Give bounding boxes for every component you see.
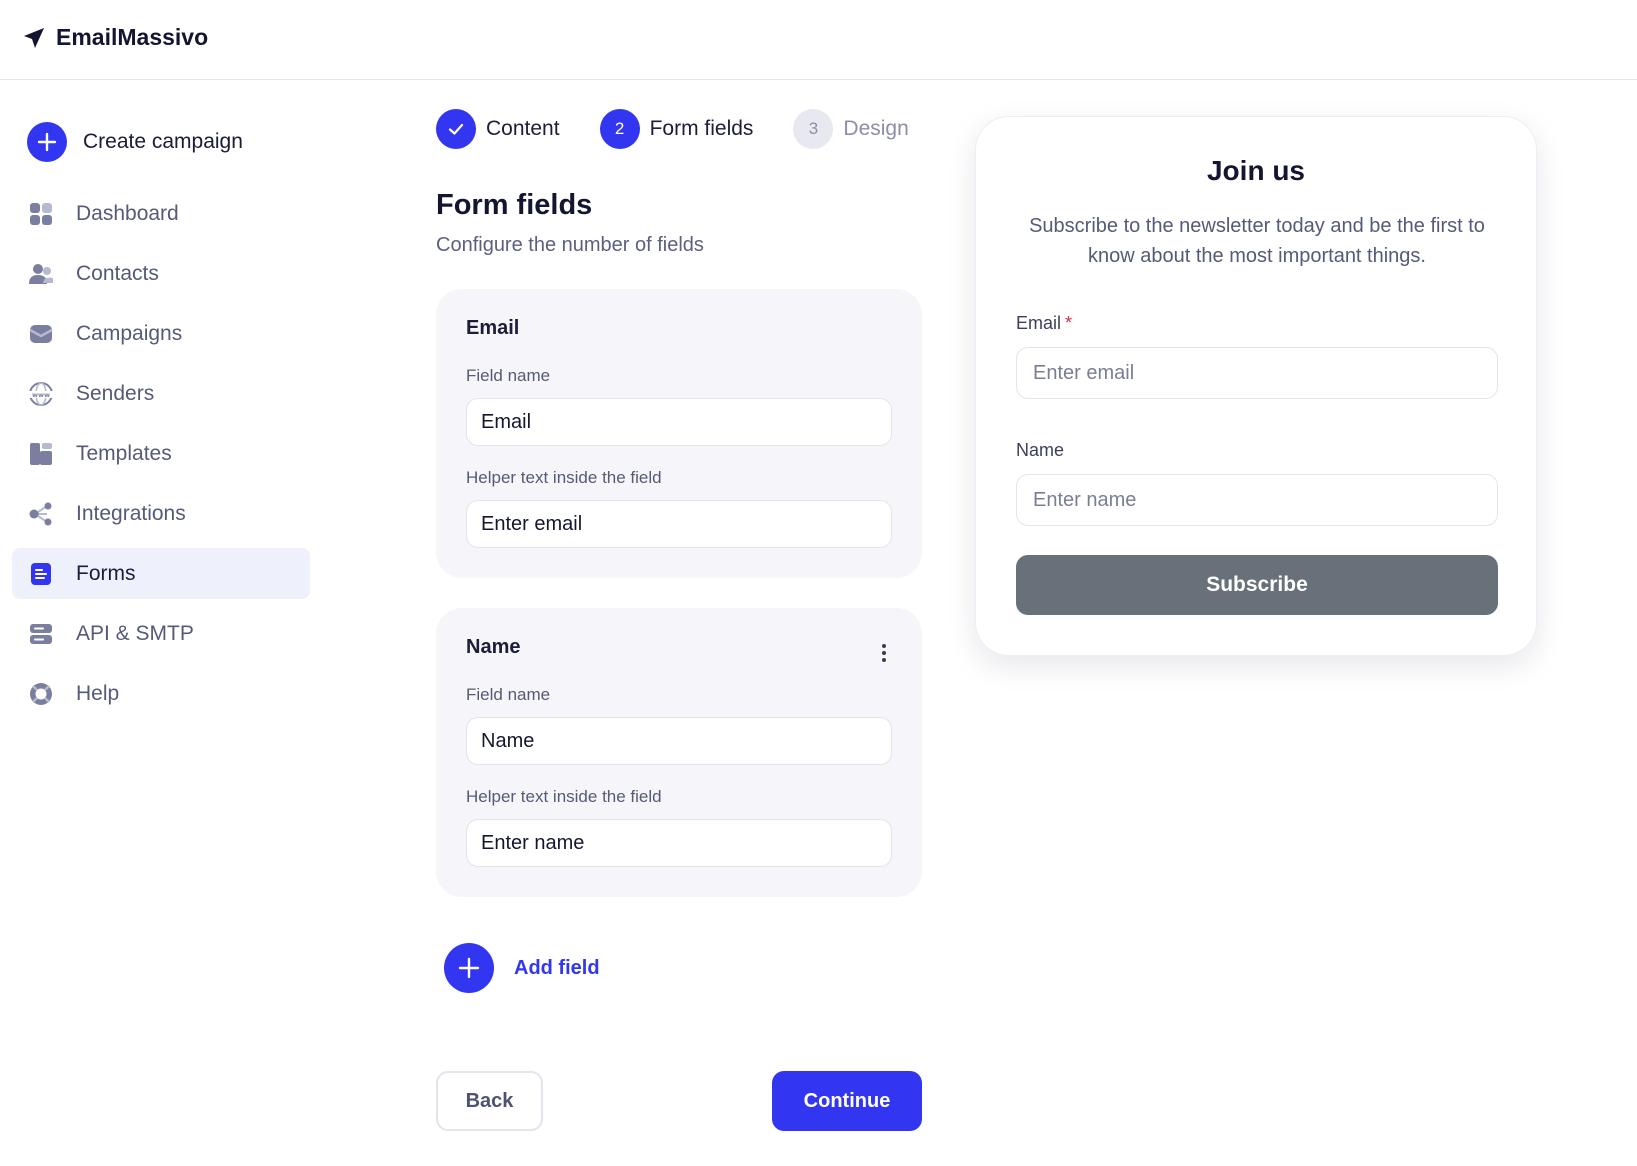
sidebar-item-label: Campaigns xyxy=(76,321,183,345)
step-form-fields[interactable]: 2 Form fields xyxy=(599,109,754,149)
sidebar-item-forms[interactable]: Forms xyxy=(12,548,310,599)
field-name-label: Field name xyxy=(466,366,551,385)
form-preview: Join us Subscribe to the newsletter toda… xyxy=(975,116,1537,656)
svg-text:www: www xyxy=(32,391,50,399)
field-card-name: Name Field name Helper text inside the f… xyxy=(436,608,922,897)
globe-www-icon: www xyxy=(28,381,54,407)
integrations-icon xyxy=(28,501,54,527)
helper-text-label: Helper text inside the field xyxy=(466,787,662,806)
preview-name-input[interactable] xyxy=(1016,474,1498,526)
step-label: Form fields xyxy=(649,117,754,140)
page-subtitle: Configure the number of fields xyxy=(436,234,704,256)
field-name-input[interactable] xyxy=(466,398,892,446)
plus-icon xyxy=(444,943,494,993)
templates-icon xyxy=(28,441,54,467)
step-number: 2 xyxy=(599,109,640,149)
sidebar-item-label: Integrations xyxy=(76,501,186,525)
sidebar-item-api-smtp[interactable]: API & SMTP xyxy=(12,608,310,659)
plus-icon xyxy=(27,122,67,162)
server-icon xyxy=(28,621,54,647)
preview-email-label-text: Email xyxy=(1016,313,1062,333)
sidebar-item-label: Forms xyxy=(76,561,136,585)
step-design[interactable]: 3 Design xyxy=(793,109,909,149)
step-number: 3 xyxy=(793,109,834,149)
helper-text-label: Helper text inside the field xyxy=(466,468,662,487)
field-name-input[interactable] xyxy=(466,717,892,765)
preview-subtitle: Subscribe to the newsletter today and be… xyxy=(1029,215,1485,267)
preview-title: Join us xyxy=(1206,155,1305,186)
send-arrow-icon xyxy=(24,27,44,48)
preview-email-input[interactable] xyxy=(1016,347,1498,399)
dashboard-icon xyxy=(28,201,54,227)
subscribe-button[interactable]: Subscribe xyxy=(1016,555,1498,615)
campaigns-icon xyxy=(28,321,54,347)
sidebar-item-contacts[interactable]: Contacts xyxy=(12,248,310,299)
field-card-title: Name xyxy=(466,636,521,658)
sidebar-item-label: Dashboard xyxy=(76,201,179,225)
sidebar-item-templates[interactable]: Templates xyxy=(12,428,310,479)
brand[interactable]: EmailMassivo xyxy=(22,24,208,51)
stepper: Content 2 Form fields 3 Design xyxy=(436,105,922,153)
top-bar: EmailMassivo xyxy=(0,0,1637,80)
contacts-icon xyxy=(28,261,54,287)
create-campaign-button[interactable]: Create campaign xyxy=(12,110,310,174)
sidebar-item-senders[interactable]: www Senders xyxy=(12,368,310,419)
main-content: Content 2 Form fields 3 Design Form fiel… xyxy=(436,105,922,1131)
sidebar-item-label: API & SMTP xyxy=(76,621,194,645)
sidebar-item-dashboard[interactable]: Dashboard xyxy=(12,188,310,239)
sidebar-nav: Dashboard Contacts Campaigns www Senders… xyxy=(12,188,310,719)
lifebuoy-icon xyxy=(28,681,54,707)
back-button[interactable]: Back xyxy=(436,1071,543,1131)
add-field-button[interactable]: Add field xyxy=(436,943,922,993)
form-actions: Back Continue xyxy=(436,1071,922,1131)
sidebar-item-label: Senders xyxy=(76,381,155,405)
continue-button[interactable]: Continue xyxy=(772,1071,922,1131)
step-label: Design xyxy=(843,117,909,140)
sidebar-item-label: Help xyxy=(76,681,120,705)
check-icon xyxy=(436,109,476,149)
field-name-label: Field name xyxy=(466,685,551,704)
preview-name-label: Name xyxy=(1016,440,1065,460)
helper-text-input[interactable] xyxy=(466,500,892,548)
add-field-label: Add field xyxy=(514,956,600,979)
step-content[interactable]: Content xyxy=(436,109,560,149)
more-options-icon[interactable] xyxy=(882,644,888,665)
forms-icon xyxy=(28,561,54,587)
sidebar-item-integrations[interactable]: Integrations xyxy=(12,488,310,539)
helper-text-input[interactable] xyxy=(466,819,892,867)
create-campaign-label: Create campaign xyxy=(83,130,243,153)
sidebar-item-label: Templates xyxy=(76,441,172,465)
brand-name: EmailMassivo xyxy=(56,24,209,50)
required-mark: * xyxy=(1065,313,1073,333)
field-card-title: Email xyxy=(466,317,520,339)
step-label: Content xyxy=(486,117,560,140)
sidebar: Create campaign Dashboard Contacts Campa… xyxy=(12,110,310,728)
sidebar-item-help[interactable]: Help xyxy=(12,668,310,719)
sidebar-item-campaigns[interactable]: Campaigns xyxy=(12,308,310,359)
preview-email-label: Email * xyxy=(1016,313,1072,334)
sidebar-item-label: Contacts xyxy=(76,261,159,285)
field-card-email: Email Field name Helper text inside the … xyxy=(436,289,922,578)
page-title: Form fields xyxy=(436,189,593,221)
